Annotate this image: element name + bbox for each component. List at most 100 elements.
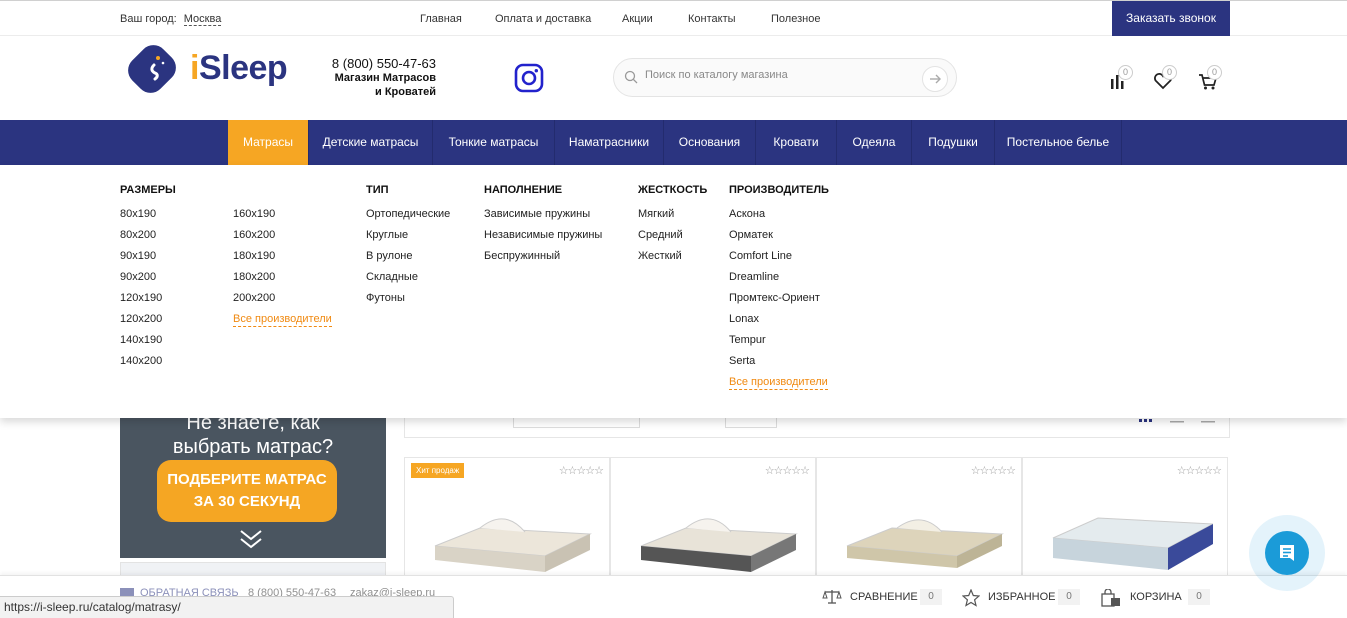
arrow-right-icon [930, 74, 941, 84]
manufacturer-link[interactable]: Аскона [729, 208, 765, 220]
banner-heading: Не знаете, как выбрать матрас? [172, 412, 334, 458]
filling-link[interactable]: Зависимые пружины [484, 208, 590, 220]
size-link[interactable]: 180x200 [233, 271, 275, 283]
city-link[interactable]: Москва [183, 13, 222, 26]
manufacturer-link[interactable]: Dreamline [729, 271, 779, 283]
nav-item-pillows[interactable]: Подушки [912, 120, 995, 165]
header-phone[interactable]: 8 (800) 550-47-63 [300, 56, 436, 71]
firmness-link[interactable]: Жесткий [638, 250, 682, 262]
sizes-all-link[interactable]: Все производители [233, 313, 332, 327]
mattress-quiz-banner[interactable]: Не знаете, как выбрать матрас? ПОДБЕРИТЕ… [120, 410, 386, 558]
nav-item-thin-mattresses[interactable]: Тонкие матрасы [433, 120, 555, 165]
browser-status-url: https://i-sleep.ru/catalog/matrasy/ [0, 596, 454, 618]
size-link[interactable]: 80x190 [120, 208, 156, 220]
banner-quiz-button[interactable]: ПОДБЕРИТЕ МАТРАС ЗА 30 СЕКУНД [157, 460, 337, 522]
product-card[interactable]: Хит продаж ☆☆☆☆☆ [404, 457, 610, 577]
manufacturer-link[interactable]: Орматек [729, 229, 773, 241]
search-submit-button[interactable] [922, 66, 948, 92]
nav-item-toppers[interactable]: Наматрасники [555, 120, 664, 165]
top-nav-payment[interactable]: Оплата и доставка [495, 13, 591, 25]
scales-icon[interactable] [822, 589, 842, 605]
top-nav-promo[interactable]: Акции [622, 13, 653, 25]
chevron-down-icon [240, 530, 262, 549]
nav-item-bases[interactable]: Основания [664, 120, 756, 165]
product-card[interactable]: ☆☆☆☆☆ [816, 457, 1022, 577]
size-link[interactable]: 140x190 [120, 334, 162, 346]
manufacturer-link[interactable]: Serta [729, 355, 755, 367]
chat-widget-button[interactable] [1249, 515, 1325, 591]
size-link[interactable]: 160x190 [233, 208, 275, 220]
top-bar: Ваш город: Москва Главная Оплата и доста… [0, 0, 1347, 36]
size-link[interactable]: 90x190 [120, 250, 156, 262]
manufacturers-all-link[interactable]: Все производители [729, 376, 828, 390]
bottom-cart-label[interactable]: КОРЗИНА [1130, 591, 1182, 603]
bottom-favorites-count: 0 [1058, 589, 1080, 605]
city-selector: Ваш город: Москва [120, 13, 222, 26]
bottom-compare-count: 0 [920, 589, 942, 605]
favorites-count: 0 [1162, 65, 1177, 80]
manufacturer-link[interactable]: Tempur [729, 334, 766, 346]
product-image [846, 519, 1004, 568]
size-link[interactable]: 120x190 [120, 292, 162, 304]
bottom-favorites-label[interactable]: ИЗБРАННОЕ [988, 591, 1056, 603]
size-link[interactable]: 90x200 [120, 271, 156, 283]
sizes-title: РАЗМЕРЫ [120, 184, 176, 196]
type-link[interactable]: В рулоне [366, 250, 413, 262]
filling-link[interactable]: Беспружинный [484, 250, 560, 262]
manufacturer-link[interactable]: Промтекс-Ориент [729, 292, 820, 304]
instagram-icon[interactable] [514, 63, 544, 93]
logo[interactable]: iSleep [124, 41, 294, 97]
manufacturer-link[interactable]: Comfort Line [729, 250, 792, 262]
top-nav-contacts[interactable]: Контакты [688, 13, 736, 25]
size-link[interactable]: 160x200 [233, 229, 275, 241]
search-input[interactable] [645, 69, 915, 81]
product-card[interactable]: ☆☆☆☆☆ [1022, 457, 1228, 577]
cart-count: 0 [1207, 65, 1222, 80]
type-link[interactable]: Ортопедические [366, 208, 450, 220]
firmness-link[interactable]: Средний [638, 229, 683, 241]
type-link[interactable]: Футоны [366, 292, 405, 304]
nav-item-bedding[interactable]: Постельное белье [995, 120, 1122, 165]
size-link[interactable]: 120x200 [120, 313, 162, 325]
top-nav-main[interactable]: Главная [420, 13, 462, 25]
rating-stars: ☆☆☆☆☆ [1176, 465, 1222, 477]
nav-item-beds[interactable]: Кровати [756, 120, 837, 165]
product-image [1052, 517, 1213, 570]
main-nav: Матрасы Детские матрасы Тонкие матрасы Н… [0, 120, 1347, 165]
star-icon[interactable] [962, 589, 980, 607]
rating-stars: ☆☆☆☆☆ [558, 465, 604, 477]
type-link[interactable]: Складные [366, 271, 418, 283]
product-card[interactable]: ☆☆☆☆☆ [610, 457, 816, 577]
compare-count: 0 [1118, 65, 1133, 80]
filling-link[interactable]: Независимые пружины [484, 229, 602, 241]
rating-stars: ☆☆☆☆☆ [970, 465, 1016, 477]
size-link[interactable]: 180x190 [233, 250, 275, 262]
product-image [640, 518, 798, 572]
bottom-cart-count: 0 [1188, 589, 1210, 605]
firmness-link[interactable]: Мягкий [638, 208, 674, 220]
top-nav-useful[interactable]: Полезное [771, 13, 820, 25]
header: iSleep 8 (800) 550-47-63 Магазин Матрасо… [0, 36, 1347, 120]
logo-text: iSleep [190, 49, 288, 87]
store-tagline: Магазин Матрасов и Кроватей [334, 72, 436, 98]
city-label: Ваш город: [120, 13, 177, 25]
logo-emblem-icon [128, 45, 176, 93]
chat-icon [1280, 545, 1294, 561]
manufacturer-link[interactable]: Lonax [729, 313, 759, 325]
size-link[interactable]: 140x200 [120, 355, 162, 367]
type-link[interactable]: Круглые [366, 229, 408, 241]
shopping-bag-icon[interactable] [1100, 589, 1122, 607]
firmness-title: ЖЕСТКОСТЬ [638, 184, 708, 196]
size-link[interactable]: 80x200 [120, 229, 156, 241]
nav-item-blankets[interactable]: Одеяла [837, 120, 912, 165]
type-title: ТИП [366, 184, 389, 196]
nav-item-kids-mattresses[interactable]: Детские матрасы [309, 120, 433, 165]
manufacturer-title: ПРОИЗВОДИТЕЛЬ [729, 184, 829, 196]
hit-badge: Хит продаж [411, 463, 465, 478]
mattress-mega-menu: РАЗМЕРЫ 80x190 80x200 90x190 90x200 120x… [0, 165, 1347, 418]
nav-item-mattresses[interactable]: Матрасы [228, 120, 309, 165]
size-link[interactable]: 200x200 [233, 292, 275, 304]
bottom-compare-label[interactable]: СРАВНЕНИЕ [850, 591, 918, 603]
search-icon [624, 70, 638, 84]
callback-button[interactable]: Заказать звонок [1112, 1, 1230, 36]
